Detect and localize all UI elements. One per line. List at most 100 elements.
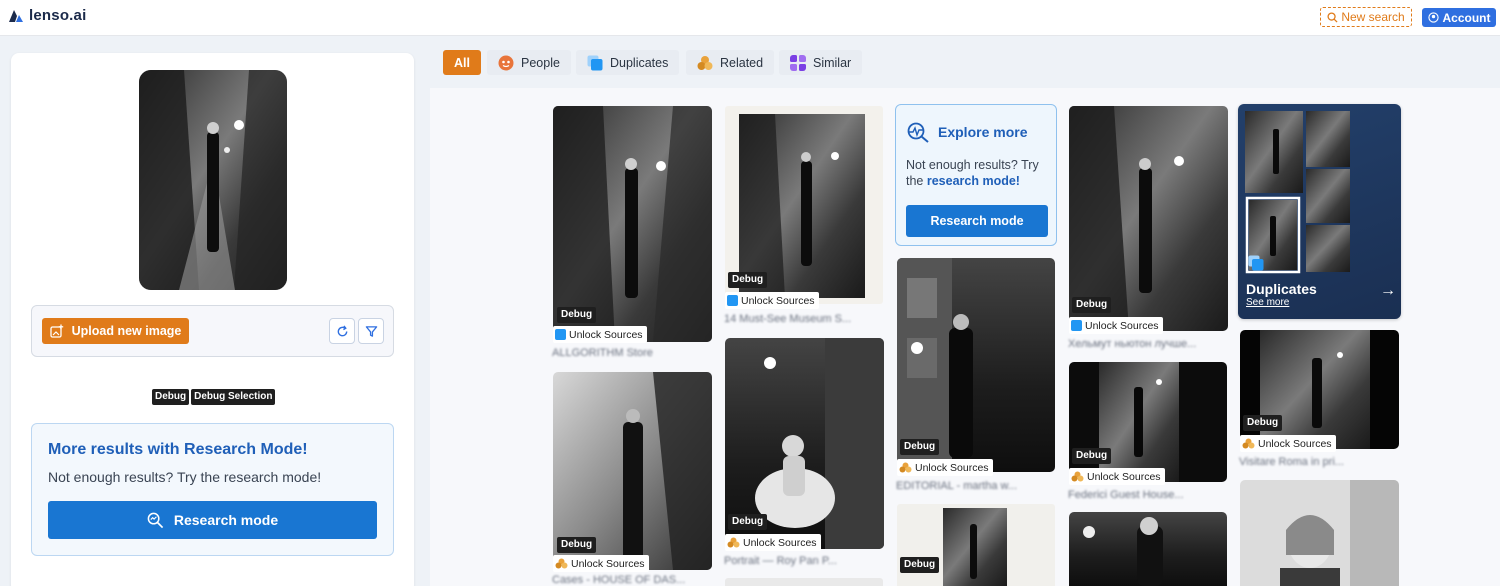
related-source-icon	[1071, 471, 1084, 482]
related-source-icon	[899, 462, 912, 473]
result-image[interactable]	[1069, 362, 1227, 482]
account-label: Account	[1442, 10, 1491, 25]
account-button[interactable]: Account	[1422, 8, 1496, 27]
tab-people-label: People	[521, 55, 560, 70]
unlock-sources-label: Unlock Sources	[915, 461, 989, 474]
tab-related[interactable]: Related	[686, 50, 775, 75]
debug-label[interactable]: Debug	[557, 537, 597, 553]
research-card-title: More results with Research Mode!	[48, 441, 308, 458]
explore-more-title: Explore more	[938, 124, 1028, 140]
unlock-sources-label: Unlock Sources	[1085, 319, 1159, 332]
query-image	[139, 70, 287, 290]
unlock-sources[interactable]: Unlock Sources	[725, 292, 819, 309]
result-image[interactable]	[897, 504, 1055, 586]
top-header: lenso.ai New search Account	[0, 0, 1500, 36]
filter-button[interactable]	[358, 318, 384, 344]
research-mode-button[interactable]: Research mode	[48, 501, 377, 539]
logo[interactable]: lenso.ai	[8, 7, 86, 24]
result-title[interactable]: 14 Must-See Museum S...	[724, 313, 851, 325]
result-title[interactable]: Cases - HOUSE OF DAS...	[552, 574, 685, 586]
logo-icon	[9, 9, 23, 22]
result-title[interactable]: Federici Guest House...	[1068, 489, 1184, 501]
related-icon	[697, 55, 713, 70]
tab-related-label: Related	[720, 55, 764, 70]
debug-label[interactable]: Debug	[900, 439, 940, 455]
tab-similar[interactable]: Similar	[779, 50, 863, 75]
similar-icon	[790, 54, 806, 71]
debug-label[interactable]: Debug	[1072, 297, 1112, 313]
result-title[interactable]: Visitare Roma in pri...	[1239, 456, 1344, 468]
search-icon	[1327, 11, 1338, 23]
result-card[interactable]	[1240, 480, 1399, 586]
result-card[interactable]: Debug	[1240, 330, 1399, 450]
unlock-sources-label: Unlock Sources	[571, 557, 645, 570]
debug-label[interactable]: Debug	[1072, 448, 1112, 464]
refresh-button[interactable]	[329, 318, 355, 344]
debug-label[interactable]: Debug	[728, 272, 768, 288]
duplicates-collage	[1245, 111, 1350, 274]
research-card-subtitle: Not enough results? Try the research mod…	[48, 469, 322, 485]
unlock-sources[interactable]: Unlock Sources	[897, 459, 993, 476]
unlock-sources[interactable]: Unlock Sources	[553, 555, 649, 572]
unlock-sources[interactable]: Unlock Sources	[725, 534, 821, 551]
duplicates-icon	[1248, 255, 1264, 271]
research-search-icon	[147, 512, 164, 528]
unlock-sources-label: Unlock Sources	[1087, 470, 1161, 483]
result-title[interactable]: ALLGORITHM Store	[552, 347, 653, 359]
unlock-sources[interactable]: Unlock Sources	[1069, 468, 1165, 485]
upload-new-image-button[interactable]: Upload new image	[42, 318, 189, 344]
tab-duplicates-label: Duplicates	[610, 55, 669, 70]
tab-people[interactable]: People	[487, 50, 571, 75]
new-search-label: New search	[1341, 10, 1405, 24]
duplicate-source-icon	[1071, 320, 1082, 331]
result-image[interactable]	[1240, 480, 1399, 586]
result-title[interactable]: Portrait — Roy Pan P...	[724, 555, 837, 567]
result-title[interactable]: Хельмут ньютон лучше...	[1068, 338, 1196, 350]
result-card[interactable]: Debug	[897, 258, 1055, 474]
new-search-button[interactable]: New search	[1320, 7, 1412, 27]
explore-research-mode-button[interactable]: Research mode	[906, 205, 1048, 237]
unlock-sources[interactable]: Unlock Sources	[1069, 317, 1163, 334]
refresh-icon	[337, 324, 347, 336]
unlock-sources[interactable]: Unlock Sources	[553, 326, 647, 343]
result-card[interactable]	[1069, 512, 1228, 586]
debug-label[interactable]: Debug	[900, 557, 940, 573]
arrow-right-icon[interactable]: →	[1380, 282, 1396, 300]
explore-more-text: Not enough results? Try the research mod…	[906, 157, 1051, 189]
tab-all[interactable]: All	[443, 50, 481, 75]
debug-label[interactable]: Debug	[557, 307, 597, 323]
unlock-sources-label: Unlock Sources	[1258, 437, 1332, 450]
explore-icon	[907, 122, 929, 143]
duplicates-card[interactable]: Duplicates See more →	[1238, 104, 1401, 319]
research-mode-card: More results with Research Mode! Not eno…	[31, 423, 394, 556]
related-source-icon	[727, 537, 740, 548]
result-image[interactable]	[1069, 512, 1227, 586]
debug-tags: Debug Debug Selection	[152, 389, 276, 405]
result-image[interactable]	[1240, 330, 1399, 449]
tab-all-label: All	[454, 55, 470, 70]
result-card[interactable]: Debug	[725, 338, 884, 550]
duplicate-source-icon	[727, 295, 738, 306]
result-card[interactable]	[725, 578, 883, 586]
unlock-sources[interactable]: Unlock Sources	[1240, 435, 1336, 452]
debug-label[interactable]: Debug	[728, 514, 768, 530]
result-card[interactable]: Debug	[1069, 106, 1228, 332]
image-add-icon	[49, 324, 63, 338]
upload-label: Upload new image	[71, 324, 182, 338]
debug-tag[interactable]: Debug	[152, 389, 190, 405]
result-card[interactable]: Debug	[725, 106, 883, 306]
debug-label[interactable]: Debug	[1243, 415, 1283, 431]
explore-button-label: Research mode	[930, 214, 1024, 228]
related-source-icon	[555, 558, 568, 569]
debug-selection-tag[interactable]: Debug Selection	[191, 389, 276, 405]
result-card[interactable]: Debug	[897, 504, 1055, 586]
result-card[interactable]: Debug	[1069, 362, 1228, 484]
tab-duplicates[interactable]: Duplicates	[576, 50, 680, 75]
result-title[interactable]: EDITORIAL - martha w...	[896, 480, 1017, 492]
result-card[interactable]: Debug	[553, 106, 713, 346]
explore-text-bold: research mode!	[926, 174, 1020, 188]
explore-more-card: Explore more Not enough results? Try the…	[895, 104, 1057, 246]
result-card[interactable]: Debug	[553, 372, 713, 572]
see-more-link[interactable]: See more	[1246, 297, 1289, 308]
filter-icon	[365, 325, 377, 337]
